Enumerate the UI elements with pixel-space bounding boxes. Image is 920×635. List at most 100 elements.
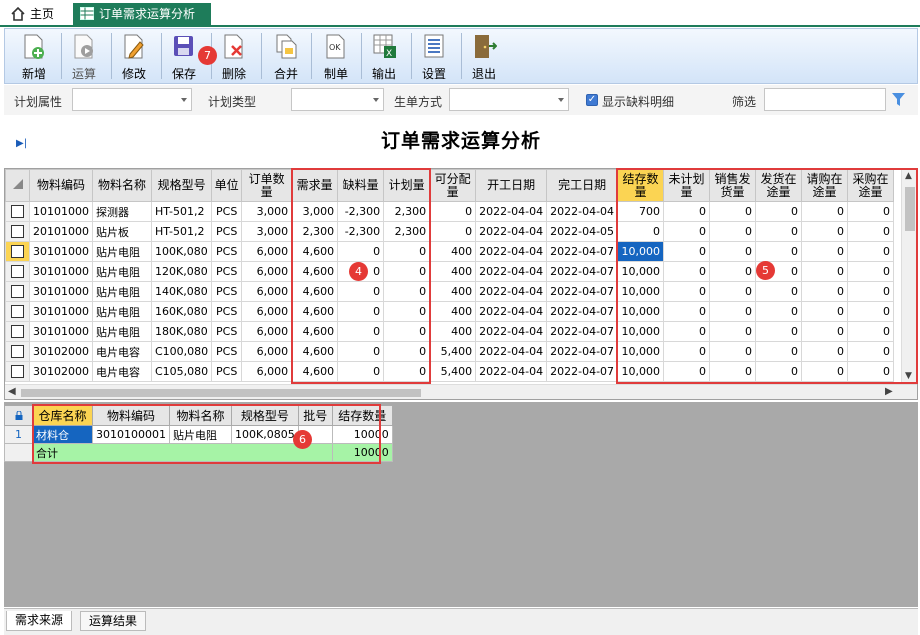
row-checkbox-cell[interactable] bbox=[5, 201, 30, 222]
cell-end-date[interactable]: 2022-04-04 bbox=[546, 201, 619, 222]
cell-material-code[interactable]: 30102000 bbox=[29, 361, 93, 382]
export-button[interactable]: X 输出 bbox=[361, 31, 407, 81]
col-material-name[interactable]: 物料名称 bbox=[92, 169, 152, 202]
cell-material-name[interactable]: 电片电容 bbox=[92, 361, 152, 382]
cell-order-qty[interactable]: 6,000 bbox=[241, 341, 293, 362]
row-checkbox[interactable] bbox=[11, 205, 24, 219]
row-checkbox[interactable] bbox=[11, 365, 24, 379]
row-checkbox-cell[interactable] bbox=[5, 301, 30, 322]
cell-material-code[interactable]: 30101000 bbox=[29, 261, 93, 282]
order-mode-select[interactable] bbox=[449, 88, 569, 111]
row-checkbox[interactable] bbox=[11, 245, 24, 259]
cell-material-name[interactable]: 贴片板 bbox=[92, 221, 152, 242]
cell-unit[interactable]: PCS bbox=[211, 221, 243, 242]
row-checkbox[interactable] bbox=[11, 345, 24, 359]
cell-spec[interactable]: 180K,080 bbox=[150, 321, 213, 342]
cell-unit[interactable]: PCS bbox=[211, 241, 243, 262]
row-checkbox-cell[interactable] bbox=[5, 321, 30, 342]
tab-order-analysis[interactable]: 订单需求运算分析 bbox=[73, 3, 211, 26]
cell-end-date[interactable]: 2022-04-07 bbox=[546, 301, 619, 322]
cell-start-date[interactable]: 2022-04-04 bbox=[475, 281, 548, 302]
cell-order-qty[interactable]: 6,000 bbox=[241, 361, 293, 382]
scroll-left-icon[interactable]: ◀ bbox=[8, 386, 16, 397]
cell-end-date[interactable]: 2022-04-05 bbox=[546, 221, 619, 242]
cell-allocatable-qty[interactable]: 400 bbox=[429, 241, 477, 262]
cell-end-date[interactable]: 2022-04-07 bbox=[546, 361, 619, 382]
tab-demand-source[interactable]: 需求来源 bbox=[6, 611, 73, 631]
row-checkbox-cell[interactable] bbox=[5, 221, 30, 242]
plan-type-select[interactable] bbox=[291, 88, 384, 111]
cell-spec[interactable]: 100K,080 bbox=[150, 241, 213, 262]
cell-spec[interactable]: C100,080 bbox=[150, 341, 213, 362]
cell-material-name[interactable]: 贴片电阻 bbox=[92, 301, 152, 322]
cell-material-name[interactable]: 贴片电阻 bbox=[92, 241, 152, 262]
delete-button[interactable]: 删除 bbox=[211, 31, 257, 81]
col-spec[interactable]: 规格型号 bbox=[150, 169, 213, 202]
cell-spec[interactable]: 140K,080 bbox=[150, 281, 213, 302]
col-end-date[interactable]: 完工日期 bbox=[546, 169, 619, 202]
cell-spec[interactable]: C105,080 bbox=[150, 361, 213, 382]
settings-button[interactable]: 设置 bbox=[411, 31, 457, 81]
cell-order-qty[interactable]: 6,000 bbox=[241, 301, 293, 322]
exit-button[interactable]: 退出 bbox=[461, 31, 507, 81]
row-checkbox-cell[interactable] bbox=[5, 241, 30, 262]
cell-material-name[interactable]: 贴片电阻 bbox=[92, 321, 152, 342]
tab-compute-result[interactable]: 运算结果 bbox=[80, 611, 147, 631]
cell-end-date[interactable]: 2022-04-07 bbox=[546, 261, 619, 282]
cell-start-date[interactable]: 2022-04-04 bbox=[475, 261, 548, 282]
cell-spec[interactable]: HT-501,2 bbox=[150, 201, 213, 222]
cell-end-date[interactable]: 2022-04-07 bbox=[546, 241, 619, 262]
row-checkbox-cell[interactable] bbox=[5, 261, 30, 282]
cell-unit[interactable]: PCS bbox=[211, 261, 243, 282]
cell-allocatable-qty[interactable]: 5,400 bbox=[429, 341, 477, 362]
cell-spec[interactable]: 120K,080 bbox=[150, 261, 213, 282]
col-order-qty[interactable]: 订单数量 bbox=[241, 169, 293, 202]
cell-order-qty[interactable]: 3,000 bbox=[241, 221, 293, 242]
row-checkbox-cell[interactable] bbox=[5, 281, 30, 302]
row-checkbox-cell[interactable] bbox=[5, 361, 30, 382]
cell-end-date[interactable]: 2022-04-07 bbox=[546, 281, 619, 302]
cell-material-code[interactable]: 30101000 bbox=[29, 281, 93, 302]
show-shortage-checkbox[interactable]: ✓ bbox=[586, 94, 598, 106]
row-checkbox[interactable] bbox=[11, 305, 24, 319]
cell-unit[interactable]: PCS bbox=[211, 281, 243, 302]
tab-home[interactable]: 主页 bbox=[4, 3, 70, 26]
cell-start-date[interactable]: 2022-04-04 bbox=[475, 341, 548, 362]
cell-material-code[interactable]: 30101000 bbox=[29, 321, 93, 342]
cell-unit[interactable]: PCS bbox=[211, 341, 243, 362]
cell-unit[interactable]: PCS bbox=[211, 201, 243, 222]
row-checkbox[interactable] bbox=[11, 225, 24, 239]
col-start-date[interactable]: 开工日期 bbox=[475, 169, 548, 202]
filter-funnel-icon[interactable] bbox=[891, 92, 906, 107]
add-button[interactable]: 新增 bbox=[11, 31, 57, 81]
cell-start-date[interactable]: 2022-04-04 bbox=[475, 241, 548, 262]
cell-unit[interactable]: PCS bbox=[211, 361, 243, 382]
col-unit[interactable]: 单位 bbox=[211, 169, 243, 202]
horizontal-scroll-thumb[interactable] bbox=[21, 389, 421, 397]
row-checkbox[interactable] bbox=[11, 285, 24, 299]
cell-material-name[interactable]: 探测器 bbox=[92, 201, 152, 222]
cell-material-code[interactable]: 30101000 bbox=[29, 241, 93, 262]
row-checkbox[interactable] bbox=[11, 265, 24, 279]
cell-end-date[interactable]: 2022-04-07 bbox=[546, 341, 619, 362]
compute-button[interactable]: 运算 bbox=[61, 31, 107, 81]
merge-button[interactable]: 合并 bbox=[263, 31, 309, 81]
cell-allocatable-qty[interactable]: 400 bbox=[429, 281, 477, 302]
row-checkbox-cell[interactable] bbox=[5, 341, 30, 362]
cell-order-qty[interactable]: 6,000 bbox=[241, 281, 293, 302]
cell-material-name[interactable]: 贴片电阻 bbox=[92, 261, 152, 282]
cell-material-code[interactable]: 30102000 bbox=[29, 341, 93, 362]
cell-order-qty[interactable]: 6,000 bbox=[241, 321, 293, 342]
cell-material-name[interactable]: 电片电容 bbox=[92, 341, 152, 362]
cell-start-date[interactable]: 2022-04-04 bbox=[475, 221, 548, 242]
cell-allocatable-qty[interactable]: 0 bbox=[429, 221, 477, 242]
cell-order-qty[interactable]: 3,000 bbox=[241, 201, 293, 222]
make-order-button[interactable]: OK 制单 bbox=[313, 31, 359, 81]
cell-material-name[interactable]: 贴片电阻 bbox=[92, 281, 152, 302]
cell-material-code[interactable]: 30101000 bbox=[29, 301, 93, 322]
cell-order-qty[interactable]: 6,000 bbox=[241, 241, 293, 262]
cell-end-date[interactable]: 2022-04-07 bbox=[546, 321, 619, 342]
cell-allocatable-qty[interactable]: 400 bbox=[429, 261, 477, 282]
cell-allocatable-qty[interactable]: 5,400 bbox=[429, 361, 477, 382]
cell-order-qty[interactable]: 6,000 bbox=[241, 261, 293, 282]
